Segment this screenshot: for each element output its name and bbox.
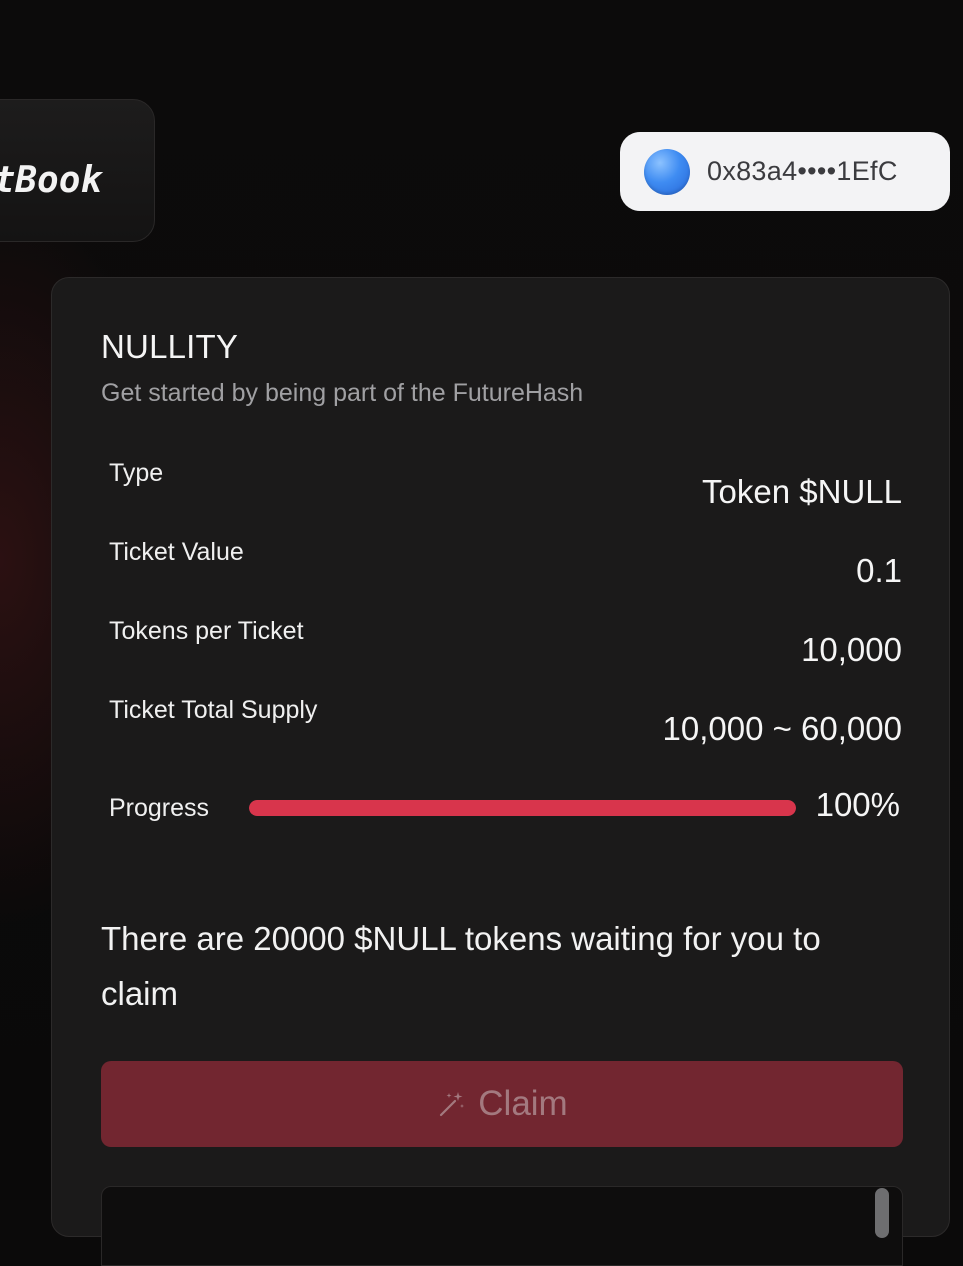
info-row-ticket-total-supply: Ticket Total Supply 10,000 ~ 60,000 <box>109 696 902 756</box>
progress-label: Progress <box>109 794 210 822</box>
progress-bar <box>249 800 796 816</box>
logo-text[interactable]: itBook <box>0 160 102 201</box>
info-value: 0.1 <box>856 552 902 589</box>
wallet-avatar-icon <box>644 148 690 195</box>
info-label: Type <box>109 459 164 487</box>
info-label: Ticket Total Supply <box>109 696 318 724</box>
info-value: Token $NULL <box>702 473 902 510</box>
claim-button-label: Claim <box>478 1084 568 1123</box>
project-card: NULLITY Get started by being part of the… <box>51 277 950 1266</box>
info-row-tokens-per-ticket: Tokens per Ticket 10,000 <box>109 617 902 677</box>
wallet-address: 0x83a4••••1EfC <box>707 156 898 186</box>
claim-message: There are 20000 $NULL tokens waiting for… <box>101 920 821 1012</box>
claim-button[interactable]: Claim <box>101 1061 903 1147</box>
info-label: Ticket Value <box>109 538 244 566</box>
info-row-type: Type Token $NULL <box>109 459 902 519</box>
wallet-connect-button[interactable]: 0x83a4••••1EfC <box>620 132 950 211</box>
info-row-ticket-value: Ticket Value 0.1 <box>109 538 902 598</box>
magic-wand-icon <box>436 1089 466 1119</box>
card-subtitle: Get started by being part of the FutureH… <box>101 379 584 407</box>
progress-bar-fill <box>249 800 796 816</box>
info-label: Tokens per Ticket <box>109 617 304 645</box>
scrollbar-thumb[interactable] <box>875 1188 889 1238</box>
info-value: 10,000 ~ 60,000 <box>662 710 902 747</box>
bottom-panel <box>101 1186 903 1266</box>
info-value: 10,000 <box>801 631 902 668</box>
progress-percentage: 100% <box>815 786 900 823</box>
card-title: NULLITY <box>101 328 239 365</box>
